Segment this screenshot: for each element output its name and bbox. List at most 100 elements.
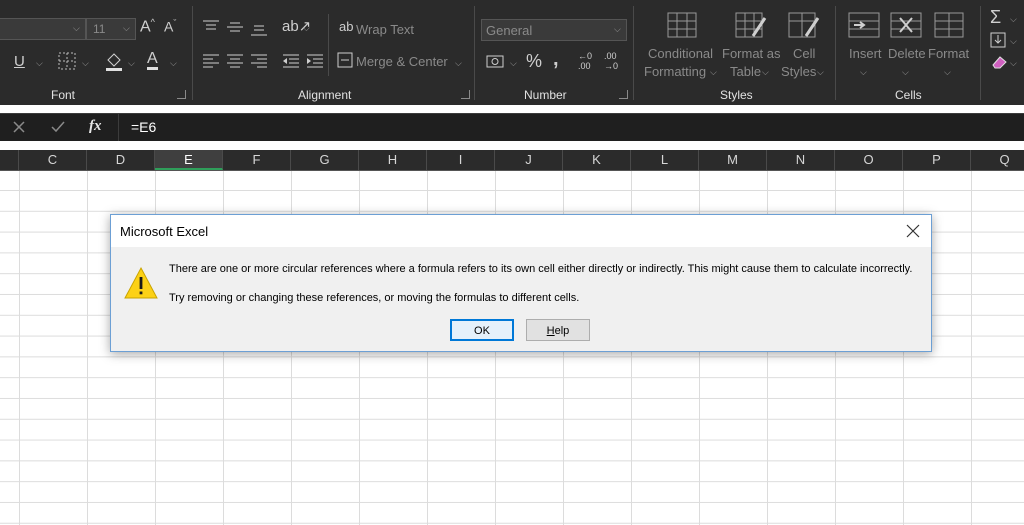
bottom-align-icon[interactable] bbox=[251, 22, 267, 36]
increase-decimal-icon[interactable]: ←0.00 bbox=[578, 51, 592, 71]
column-header-i[interactable]: I bbox=[427, 150, 495, 170]
column-header-h[interactable]: H bbox=[359, 150, 427, 170]
chevron-down-icon[interactable]: ⌵ bbox=[817, 67, 824, 78]
decrease-indent-icon[interactable] bbox=[283, 54, 299, 68]
chevron-down-icon[interactable]: ⌵ bbox=[170, 58, 177, 69]
chevron-down-icon[interactable]: ⌵ bbox=[455, 58, 462, 69]
wrap-text-icon[interactable]: ab bbox=[339, 19, 353, 34]
formula-bar: fx =E6 bbox=[0, 113, 1024, 141]
align-left-icon[interactable] bbox=[203, 54, 219, 68]
font-name-dropdown[interactable]: ⌵ bbox=[0, 18, 86, 40]
chevron-down-icon[interactable]: ⌵ bbox=[1010, 14, 1017, 25]
wrap-text-button[interactable]: Wrap Text bbox=[356, 22, 414, 37]
group-separator bbox=[474, 6, 475, 100]
chevron-down-icon[interactable]: ⌵ bbox=[1010, 36, 1017, 47]
column-header-j[interactable]: J bbox=[495, 150, 563, 170]
delete-cells-icon[interactable] bbox=[890, 12, 922, 38]
cell-styles-label-2[interactable]: Styles bbox=[781, 64, 816, 79]
decrease-decimal-icon[interactable]: .00 →0 bbox=[604, 51, 618, 71]
font-color-icon[interactable]: A bbox=[147, 51, 158, 70]
borders-icon[interactable] bbox=[58, 52, 76, 70]
column-header-q[interactable]: Q bbox=[971, 150, 1024, 170]
alignment-dialog-launcher[interactable] bbox=[461, 90, 470, 99]
delete-cells-button[interactable]: Delete bbox=[888, 46, 926, 61]
increase-indent-icon[interactable] bbox=[307, 54, 323, 68]
chevron-down-icon[interactable]: ⌵ bbox=[128, 58, 135, 69]
font-size-dropdown[interactable]: 11 ⌵ bbox=[86, 18, 136, 40]
accounting-format-icon[interactable] bbox=[486, 53, 506, 69]
column-header-c[interactable]: C bbox=[19, 150, 87, 170]
confirm-entry-icon[interactable] bbox=[50, 120, 66, 134]
column-header-k[interactable]: K bbox=[563, 150, 631, 170]
chevron-down-icon[interactable]: ⌵ bbox=[1010, 58, 1017, 69]
column-header-partial[interactable] bbox=[0, 150, 19, 170]
column-header-e[interactable]: E bbox=[155, 150, 223, 170]
column-header-l[interactable]: L bbox=[631, 150, 699, 170]
dialog-message-line1: There are one or more circular reference… bbox=[169, 263, 913, 275]
dialog-titlebar[interactable]: Microsoft Excel bbox=[111, 215, 931, 247]
column-header-m[interactable]: M bbox=[699, 150, 767, 170]
column-header-p[interactable]: P bbox=[903, 150, 971, 170]
chevron-down-icon[interactable]: ⌵ bbox=[944, 67, 951, 78]
number-format-value: General bbox=[486, 23, 533, 38]
group-separator bbox=[835, 6, 836, 100]
chevron-down-icon[interactable]: ⌵ bbox=[510, 58, 517, 69]
font-dialog-launcher[interactable] bbox=[177, 90, 186, 99]
comma-style-icon[interactable]: , bbox=[553, 48, 559, 71]
top-align-icon[interactable] bbox=[203, 20, 219, 34]
cell-styles-icon[interactable] bbox=[788, 12, 820, 40]
increase-font-size-icon[interactable]: A^ bbox=[140, 17, 155, 36]
chevron-down-icon[interactable]: ⌵ bbox=[303, 23, 310, 34]
align-center-icon[interactable] bbox=[227, 54, 243, 68]
dialog-title: Microsoft Excel bbox=[120, 224, 209, 239]
chevron-down-icon[interactable]: ⌵ bbox=[902, 67, 909, 78]
chevron-down-icon[interactable]: ⌵ bbox=[36, 58, 43, 69]
insert-cells-icon[interactable] bbox=[848, 12, 880, 38]
number-dialog-launcher[interactable] bbox=[619, 90, 628, 99]
alignment-group-label: Alignment bbox=[298, 88, 352, 102]
merge-center-button[interactable]: Merge & Center bbox=[356, 54, 448, 69]
group-separator bbox=[633, 6, 634, 100]
column-header-f[interactable]: F bbox=[223, 150, 291, 170]
underline-icon[interactable]: U bbox=[14, 53, 25, 70]
align-right-icon[interactable] bbox=[251, 54, 267, 68]
column-header-g[interactable]: G bbox=[291, 150, 359, 170]
chevron-down-icon[interactable]: ⌵ bbox=[710, 67, 717, 78]
decrease-font-size-icon[interactable]: Aˇ bbox=[164, 18, 176, 35]
conditional-formatting-label-1[interactable]: Conditional bbox=[648, 46, 713, 61]
format-as-table-label-2[interactable]: Table bbox=[730, 64, 761, 79]
column-header-o[interactable]: O bbox=[835, 150, 903, 170]
ok-button[interactable]: OK bbox=[450, 319, 514, 341]
format-as-table-label-1[interactable]: Format as bbox=[722, 46, 781, 61]
clear-eraser-icon[interactable] bbox=[990, 54, 1008, 70]
cancel-entry-icon[interactable] bbox=[12, 120, 26, 134]
chevron-down-icon[interactable]: ⌵ bbox=[762, 67, 769, 78]
cells-group-label: Cells bbox=[895, 88, 922, 102]
chevron-down-icon[interactable]: ⌵ bbox=[860, 67, 867, 78]
formula-input[interactable]: =E6 bbox=[118, 114, 1024, 141]
fill-down-icon[interactable] bbox=[990, 32, 1006, 48]
chevron-down-icon[interactable]: ⌵ bbox=[82, 58, 89, 69]
merge-center-icon[interactable] bbox=[337, 52, 353, 68]
insert-cells-button[interactable]: Insert bbox=[849, 46, 882, 61]
middle-align-icon[interactable] bbox=[227, 20, 243, 34]
format-cells-button[interactable]: Format bbox=[928, 46, 969, 61]
number-format-dropdown[interactable]: General ⌵ bbox=[481, 19, 627, 41]
format-cells-icon[interactable] bbox=[934, 12, 964, 38]
column-header-d[interactable]: D bbox=[87, 150, 155, 170]
number-group-label: Number bbox=[524, 88, 567, 102]
autosum-icon[interactable]: Σ bbox=[990, 7, 1001, 28]
column-header-n[interactable]: N bbox=[767, 150, 835, 170]
insert-function-button[interactable]: fx bbox=[89, 118, 102, 135]
fill-color-icon[interactable] bbox=[104, 51, 124, 71]
close-icon[interactable] bbox=[905, 223, 921, 239]
conditional-formatting-label-2[interactable]: Formatting bbox=[644, 64, 706, 79]
warning-icon bbox=[124, 266, 158, 299]
format-as-table-icon[interactable] bbox=[735, 12, 767, 40]
conditional-formatting-icon[interactable] bbox=[667, 12, 697, 38]
cell-styles-label-1[interactable]: Cell bbox=[793, 46, 815, 61]
formula-value: =E6 bbox=[131, 119, 157, 135]
percent-style-button[interactable]: % bbox=[526, 51, 542, 72]
group-separator bbox=[192, 6, 193, 100]
help-button[interactable]: Help bbox=[526, 319, 590, 341]
